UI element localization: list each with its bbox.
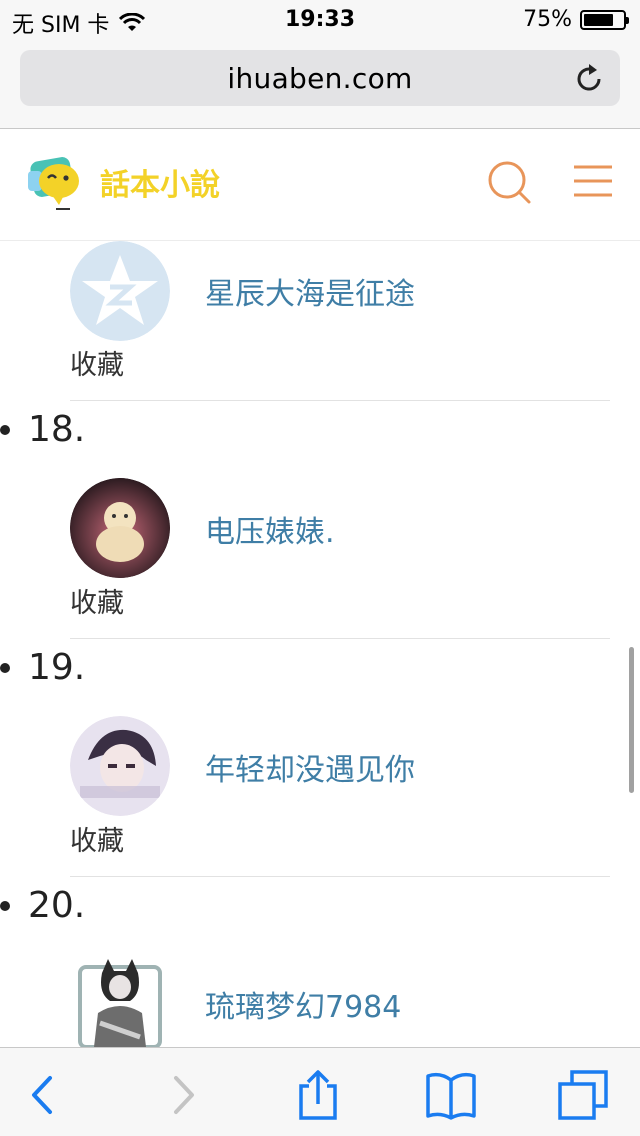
browser-toolbar xyxy=(0,1047,640,1136)
url-text[interactable]: ihuaben.com xyxy=(20,62,620,95)
author-name-link[interactable]: 电压婊婊. xyxy=(205,507,335,551)
forward-icon[interactable] xyxy=(156,1068,210,1122)
rank-number: 20. xyxy=(0,885,85,926)
menu-icon[interactable] xyxy=(572,163,614,199)
divider xyxy=(70,400,610,401)
anime-character-avatar[interactable] xyxy=(70,953,170,1047)
plush-toy-avatar[interactable] xyxy=(70,478,170,578)
author-name-link[interactable]: 星辰大海是征途 xyxy=(205,269,415,313)
favorite-button[interactable]: 收藏 xyxy=(70,343,124,382)
ranking-list: 星辰大海是征途 收藏 18. 电压婊婊. 收藏 19. 年轻却没遇见你 收藏 2… xyxy=(0,241,640,1047)
share-icon[interactable] xyxy=(291,1068,345,1122)
battery-icon xyxy=(580,9,629,30)
author-name-link[interactable]: 琉璃梦幻7984 xyxy=(205,982,401,1026)
address-bar[interactable]: ihuaben.com xyxy=(20,50,620,106)
bullet-icon xyxy=(0,900,10,911)
logo-text: 話本小說 xyxy=(100,168,220,203)
favorite-button[interactable]: 收藏 xyxy=(70,581,124,620)
bullet-icon xyxy=(0,424,10,435)
rank-number: 18. xyxy=(0,409,85,450)
rank-number: 19. xyxy=(0,647,85,688)
bullet-icon xyxy=(0,662,10,673)
rank-label: 18. xyxy=(28,409,86,450)
rank-label: 20. xyxy=(28,885,86,926)
reload-icon[interactable] xyxy=(572,62,606,96)
bookmarks-icon[interactable] xyxy=(424,1068,478,1122)
search-icon[interactable] xyxy=(486,159,532,205)
status-right: 75% xyxy=(523,7,629,32)
author-name-link[interactable]: 年轻却没遇见你 xyxy=(205,745,415,789)
browser-address-area: ihuaben.com xyxy=(0,40,640,129)
status-bar: 无 SIM 卡 19:33 75% xyxy=(0,0,640,40)
scrollbar[interactable] xyxy=(629,647,634,793)
site-logo[interactable]: 話本小說 xyxy=(26,151,256,217)
battery-level xyxy=(584,13,613,26)
site-header: 話本小說 xyxy=(0,129,640,241)
favorite-button[interactable]: 收藏 xyxy=(70,819,124,858)
divider xyxy=(70,876,610,877)
back-icon[interactable] xyxy=(16,1068,70,1122)
divider xyxy=(70,638,610,639)
qq-default-avatar[interactable] xyxy=(70,241,170,341)
battery-percent: 75% xyxy=(523,7,572,32)
tabs-icon[interactable] xyxy=(556,1068,610,1122)
girl-photo-avatar[interactable] xyxy=(70,716,170,816)
rank-label: 19. xyxy=(28,647,86,688)
